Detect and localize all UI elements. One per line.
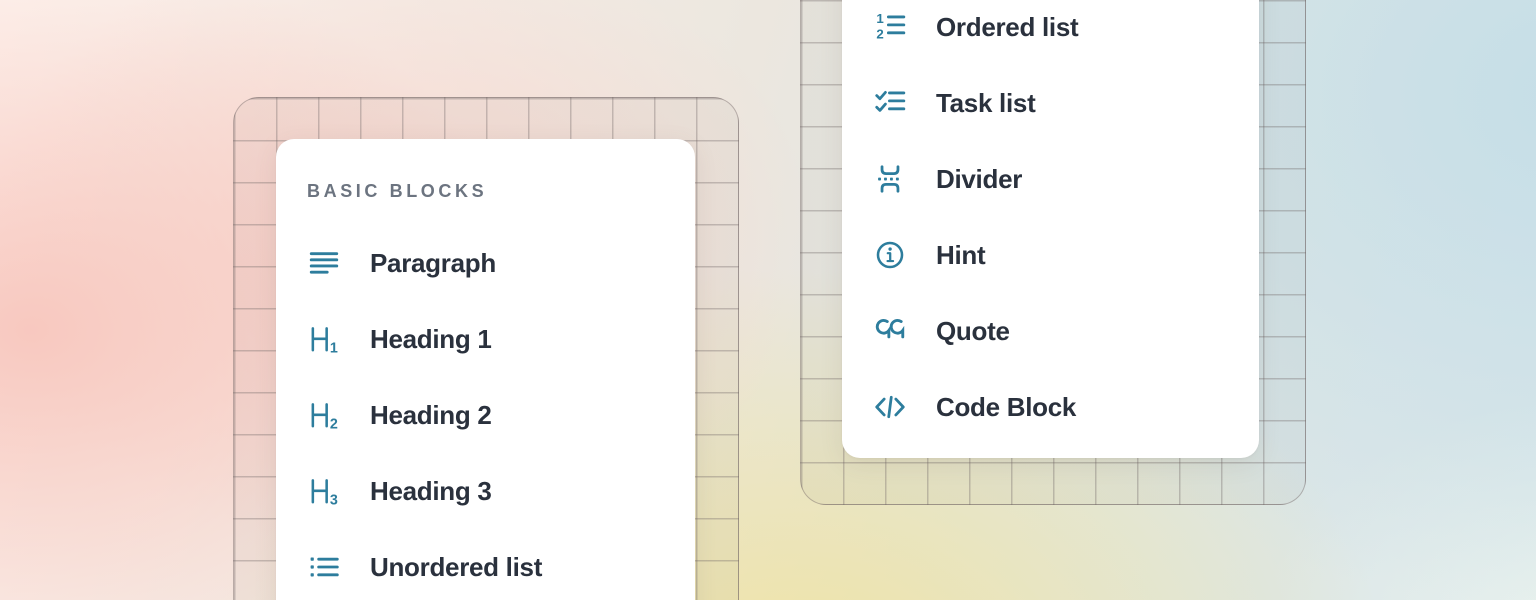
menu-item-label: Unordered list — [370, 552, 542, 583]
menu-item-label: Code Block — [936, 392, 1076, 423]
code-block-icon — [873, 390, 907, 424]
menu-item-code-block[interactable]: Code Block — [873, 369, 1251, 445]
divider-icon — [873, 162, 907, 196]
basic-blocks-section-label: BASIC BLOCKS — [307, 181, 487, 202]
unordered-list-icon — [307, 550, 341, 584]
menu-item-ordered-list[interactable]: Ordered list — [873, 0, 1251, 65]
list-blocks-menu-card: Ordered list Task list Divider Hint Quot… — [842, 0, 1259, 458]
menu-item-label: Quote — [936, 316, 1010, 347]
task-list-icon — [873, 86, 907, 120]
menu-item-label: Heading 3 — [370, 476, 492, 507]
menu-item-label: Hint — [936, 240, 985, 271]
menu-item-paragraph[interactable]: Paragraph — [307, 225, 687, 301]
paragraph-icon — [307, 246, 341, 280]
ordered-list-icon — [873, 10, 907, 44]
basic-blocks-menu-list: Paragraph Heading 1 Heading 2 Heading 3 … — [307, 225, 687, 600]
menu-item-unordered-list[interactable]: Unordered list — [307, 529, 687, 600]
menu-item-label: Heading 1 — [370, 324, 492, 355]
menu-item-heading-2[interactable]: Heading 2 — [307, 377, 687, 453]
basic-blocks-menu-card: BASIC BLOCKS Paragraph Heading 1 Heading… — [276, 139, 695, 600]
menu-item-label: Paragraph — [370, 248, 496, 279]
menu-item-label: Ordered list — [936, 12, 1078, 43]
menu-item-label: Task list — [936, 88, 1035, 119]
menu-item-label: Divider — [936, 164, 1022, 195]
menu-item-heading-3[interactable]: Heading 3 — [307, 453, 687, 529]
heading-2-icon — [307, 398, 341, 432]
menu-item-task-list[interactable]: Task list — [873, 65, 1251, 141]
menu-item-divider[interactable]: Divider — [873, 141, 1251, 217]
hero-illustration: BASIC BLOCKS Paragraph Heading 1 Heading… — [0, 0, 1536, 600]
heading-3-icon — [307, 474, 341, 508]
menu-item-hint[interactable]: Hint — [873, 217, 1251, 293]
menu-item-quote[interactable]: Quote — [873, 293, 1251, 369]
list-blocks-menu-list: Ordered list Task list Divider Hint Quot… — [873, 0, 1251, 445]
hint-icon — [873, 238, 907, 272]
menu-item-heading-1[interactable]: Heading 1 — [307, 301, 687, 377]
quote-icon — [873, 314, 907, 348]
heading-1-icon — [307, 322, 341, 356]
menu-item-label: Heading 2 — [370, 400, 492, 431]
